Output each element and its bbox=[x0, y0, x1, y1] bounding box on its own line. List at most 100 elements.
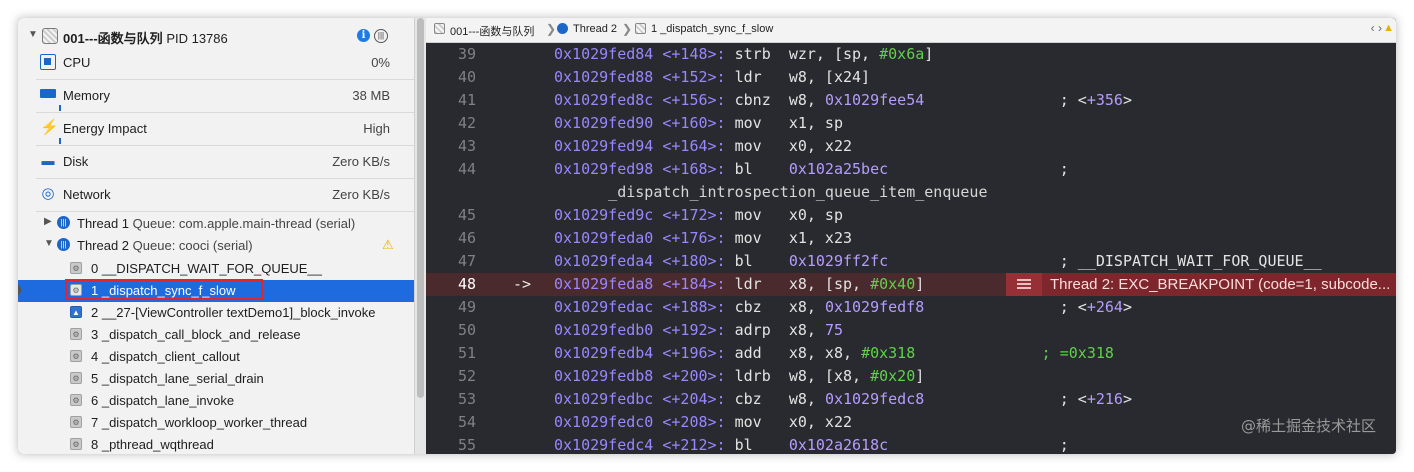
menu-lines-icon[interactable] bbox=[1006, 273, 1042, 296]
operand: #0x40 bbox=[870, 275, 916, 293]
stack-frame-row[interactable]: ⚙ 8 _pthread_wqthread bbox=[18, 434, 414, 454]
thread-row[interactable]: ▼ ||| Thread 2 Queue: cooci (serial) ⚠ bbox=[18, 235, 414, 257]
gauge-network[interactable]: ◎ Network Zero KB/s bbox=[36, 178, 414, 212]
disassembly-line[interactable]: 51 0x1029fedb4 <+196>: add x8, x8, #0x318… bbox=[426, 342, 1396, 365]
threads-icon[interactable]: ||| bbox=[374, 29, 388, 43]
jumpbar-thread[interactable]: Thread 2 bbox=[573, 23, 617, 35]
stack-frame-row[interactable]: ⚙ 3 _dispatch_call_block_and_release bbox=[18, 324, 414, 346]
disassembly-line[interactable]: 43 0x1029fed94 <+164>: mov x0, x22 bbox=[426, 135, 1396, 158]
instruction-offset: <+184>: bbox=[662, 275, 726, 293]
stack-frame-row[interactable]: ⚙ 1 _dispatch_sync_f_slow bbox=[18, 280, 414, 302]
disassembly-line[interactable]: 52 0x1029fedb8 <+200>: ldrb w8, [x8, #0x2… bbox=[426, 365, 1396, 388]
operand: ; bbox=[888, 436, 1069, 454]
exception-banner[interactable]: Thread 2: EXC_BREAKPOINT (code=1, subcod… bbox=[1006, 273, 1396, 296]
jumpbar-nav-arrows[interactable]: ‹ › bbox=[1371, 21, 1382, 35]
gauge-memory[interactable]: Memory 38 MB bbox=[36, 79, 414, 113]
info-icon[interactable]: i bbox=[357, 29, 370, 42]
disassembly-line[interactable]: _dispatch_introspection_queue_item_enque… bbox=[426, 181, 1396, 204]
line-number: 41 bbox=[458, 91, 477, 109]
warning-icon[interactable]: ▲ bbox=[1383, 22, 1394, 34]
disassembly-line[interactable]: 53 0x1029fedbc <+204>: cbz w8, 0x1029fedc… bbox=[426, 388, 1396, 411]
opcode: mov bbox=[734, 206, 762, 224]
instruction: 0x1029fed84 <+148>: strb wzr, [sp, #0x6a… bbox=[554, 45, 933, 63]
opcode: strb bbox=[734, 45, 771, 63]
gauge-cpu[interactable]: CPU 0% bbox=[36, 46, 414, 80]
operand: x8, [sp, bbox=[788, 275, 871, 293]
watermark: @稀土掘金技术社区 bbox=[1240, 417, 1376, 435]
line-number: 46 bbox=[458, 229, 477, 247]
chevron-right-icon[interactable]: ▶ bbox=[44, 216, 52, 227]
app-icon bbox=[42, 28, 58, 44]
thread-label: Thread 2 bbox=[77, 238, 130, 253]
operand: ] bbox=[924, 45, 934, 63]
operand: x8, bbox=[788, 321, 825, 339]
line-number: 43 bbox=[458, 137, 477, 155]
disassembly-line[interactable]: 49 0x1029fedac <+188>: cbz x8, 0x1029fedf… bbox=[426, 296, 1396, 319]
disassembly-line[interactable]: 40 0x1029fed88 <+152>: ldr w8, [x24] bbox=[426, 66, 1396, 89]
operand: x0, sp bbox=[788, 206, 843, 224]
instruction-offset: <+148>: bbox=[662, 45, 726, 63]
system-frame-icon: ⚙ bbox=[70, 438, 82, 450]
disassembly-line[interactable]: 45 0x1029fed9c <+172>: mov x0, sp bbox=[426, 204, 1396, 227]
instruction-offset: <+200>: bbox=[662, 367, 726, 385]
process-name: 001---函数与队列 bbox=[63, 31, 163, 46]
scrollbar-thumb[interactable] bbox=[417, 18, 424, 398]
disassembly-line[interactable]: 39 0x1029fed84 <+148>: strb wzr, [sp, #0x… bbox=[426, 43, 1396, 66]
stack-frame-row[interactable]: ⚙ 4 _dispatch_client_callout bbox=[18, 346, 414, 368]
operand: ; < bbox=[924, 298, 1087, 316]
thread-label: Thread 1 bbox=[77, 216, 130, 231]
process-row[interactable]: ▼ 001---函数与队列 PID 13786 i ||| bbox=[18, 27, 414, 47]
jumpbar-project[interactable]: 001---函数与队列 bbox=[450, 23, 534, 39]
gauge-disk[interactable]: ▬ Disk Zero KB/s bbox=[36, 145, 414, 179]
stack-frame-row[interactable]: ⚙ 5 _dispatch_lane_serial_drain bbox=[18, 368, 414, 390]
operand: x1, sp bbox=[788, 114, 843, 132]
disassembly-line[interactable]: 42 0x1029fed90 <+160>: mov x1, sp bbox=[426, 112, 1396, 135]
stack-frame-row[interactable]: ⚙ 7 _dispatch_workloop_worker_thread bbox=[18, 412, 414, 434]
operand: 0x1029fee54 bbox=[824, 91, 925, 109]
operand: > bbox=[1122, 298, 1132, 316]
stack-frame-row[interactable]: ▲ 2 __27-[ViewController textDemo1]_block… bbox=[18, 302, 414, 324]
energy-icon: ⚡ bbox=[40, 119, 59, 136]
stack-frame-row[interactable]: ⚙ 6 _dispatch_lane_invoke bbox=[18, 390, 414, 412]
instruction-address: 0x1029fed94 bbox=[554, 137, 654, 155]
chevron-down-icon[interactable]: ▼ bbox=[28, 29, 38, 40]
current-instruction-line[interactable]: 48 -> 0x1029feda8 <+184>: ldr x8, [sp, #0x… bbox=[426, 273, 1396, 296]
jumpbar-frame[interactable]: 1 _dispatch_sync_f_slow bbox=[651, 23, 773, 35]
disassembly-line[interactable]: 50 0x1029fedb0 <+192>: adrp x8, 75 bbox=[426, 319, 1396, 342]
gauge-value: 38 MB bbox=[352, 88, 390, 103]
line-number: 49 bbox=[458, 298, 477, 316]
stack-frame-row[interactable]: ⚙ 0 __DISPATCH_WAIT_FOR_QUEUE__ bbox=[18, 258, 414, 280]
instruction-offset: <+156>: bbox=[662, 91, 726, 109]
instruction-offset: <+176>: bbox=[662, 229, 726, 247]
instruction-offset: <+212>: bbox=[662, 436, 726, 454]
gauge-level-bar bbox=[59, 138, 61, 144]
instruction-offset: <+204>: bbox=[662, 390, 726, 408]
operand: x8, bbox=[788, 298, 825, 316]
instruction-offset: <+152>: bbox=[662, 68, 726, 86]
pc-arrow: -> bbox=[513, 275, 532, 293]
opcode: cbz bbox=[734, 298, 762, 316]
frame-icon bbox=[635, 23, 646, 34]
instruction-address: 0x1029feda8 bbox=[554, 275, 654, 293]
disassembly-line[interactable]: 41 0x1029fed8c <+156>: cbnz w8, 0x1029fee… bbox=[426, 89, 1396, 112]
operand: x0, x22 bbox=[788, 137, 853, 155]
disassembly-line[interactable]: 55 0x1029fedc4 <+212>: bl 0x102a2618c ; bbox=[426, 434, 1396, 454]
gauge-label: Energy Impact bbox=[63, 121, 147, 136]
operand: w8, [x24] bbox=[788, 68, 871, 86]
disassembly-line[interactable]: 47 0x1029feda4 <+180>: bl 0x1029ff2fc ; _… bbox=[426, 250, 1396, 273]
instruction-offset: <+172>: bbox=[662, 206, 726, 224]
operand: ; < bbox=[924, 91, 1087, 109]
operand: +356 bbox=[1086, 91, 1123, 109]
gauge-energy-impact[interactable]: ⚡ Energy Impact High bbox=[36, 112, 414, 146]
chevron-down-icon[interactable]: ▼ bbox=[44, 238, 54, 249]
disassembly-line[interactable]: 44 0x1029fed98 <+168>: bl 0x102a25bec ; bbox=[426, 158, 1396, 181]
instruction-address: 0x1029fedc4 bbox=[554, 436, 654, 454]
thread-icon: ||| bbox=[57, 238, 70, 251]
gauge-label: Memory bbox=[63, 88, 110, 103]
thread-row[interactable]: ▶ ||| Thread 1 Queue: com.apple.main-threa… bbox=[18, 213, 414, 235]
user-frame-icon: ▲ bbox=[70, 306, 82, 318]
operand: w8, [x8, bbox=[788, 367, 871, 385]
xcode-debug-window: ▼ 001---函数与队列 PID 13786 i ||| CPU 0% Memor… bbox=[18, 18, 1396, 454]
disassembly-line[interactable]: 46 0x1029feda0 <+176>: mov x1, x23 bbox=[426, 227, 1396, 250]
instruction-address: 0x1029fed98 bbox=[554, 160, 654, 178]
